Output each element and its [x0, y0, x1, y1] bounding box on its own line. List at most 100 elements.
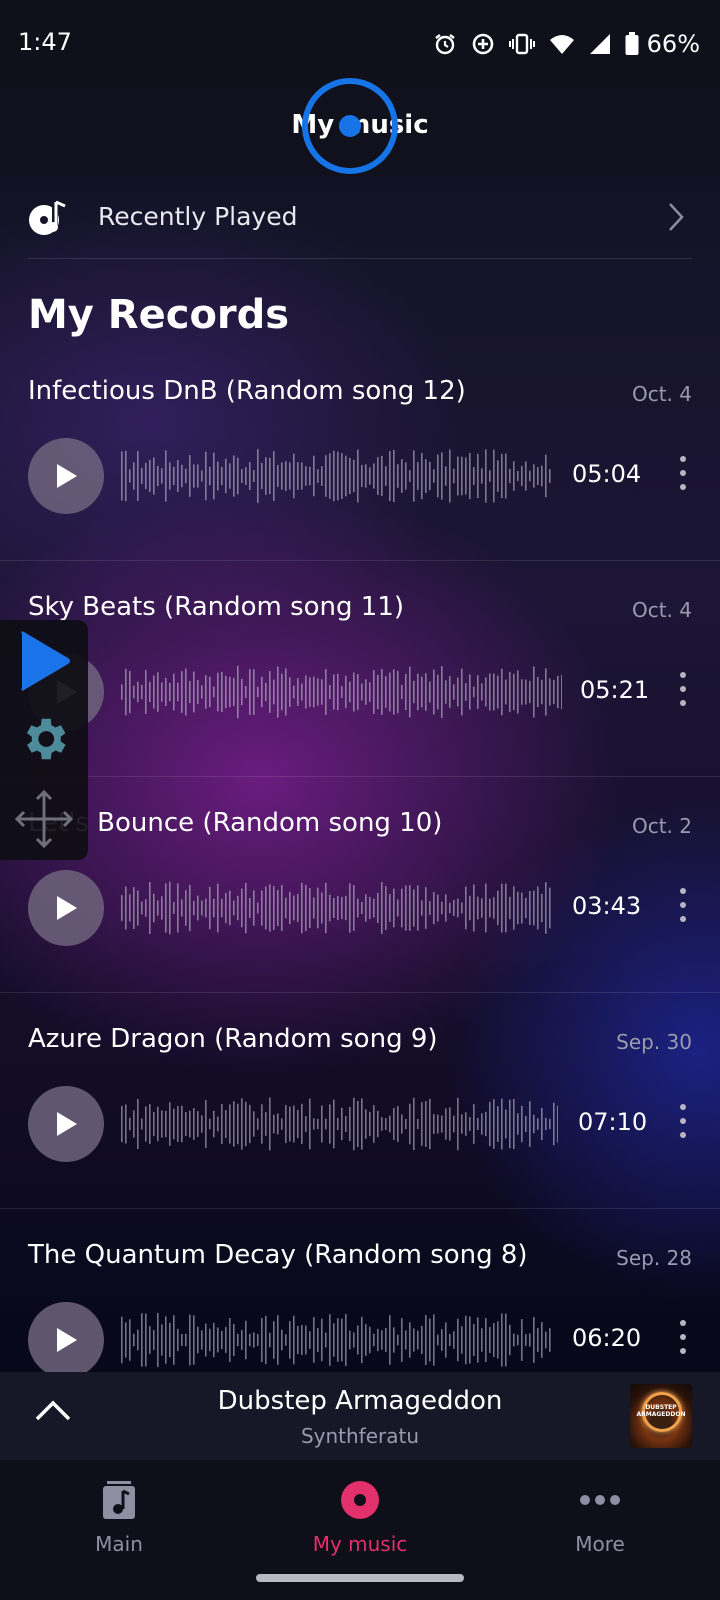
waveform-bar [457, 1318, 459, 1362]
waveform-bar [161, 1110, 163, 1138]
waveform-bar [473, 1104, 475, 1144]
waveform-bar [393, 888, 395, 928]
waveform-bar [473, 1323, 475, 1357]
waveform-bar [213, 1110, 215, 1138]
waveform-bar [533, 1317, 535, 1363]
waveform-bar [353, 672, 355, 712]
record-date: Sep. 28 [616, 1246, 692, 1270]
waveform-bar [405, 673, 407, 711]
waveform-bar [425, 673, 427, 711]
waveform-bar [373, 1333, 375, 1347]
waveform-bar [165, 1110, 167, 1138]
nav-item-main[interactable]: Main [19, 1478, 219, 1556]
toolbar-move-handle[interactable] [0, 788, 88, 850]
waveform-bar [157, 465, 159, 487]
waveform-bar [249, 669, 251, 715]
waveform-bar [201, 1115, 203, 1133]
more-options-icon[interactable] [676, 1104, 690, 1144]
waveform[interactable] [120, 448, 552, 504]
waveform-bar [425, 459, 427, 493]
waveform-bar [485, 449, 487, 503]
waveform-bar [425, 1101, 427, 1147]
nav-item-my-music[interactable]: My music [260, 1478, 460, 1556]
play-button[interactable] [28, 870, 104, 946]
waveform[interactable] [120, 880, 552, 936]
more-options-icon[interactable] [676, 1320, 690, 1360]
waveform-bar [237, 1103, 239, 1145]
record-item[interactable]: Sky Beats (Random song 11) Oct. 4 05:21 [0, 572, 720, 788]
waveform-bar [441, 901, 443, 915]
waveform-bar [161, 1324, 163, 1356]
toolbar-play-button[interactable] [0, 628, 88, 694]
waveform-bar [517, 1113, 519, 1135]
record-duration: 03:43 [572, 892, 642, 920]
waveform-bar [253, 669, 255, 715]
waveform-bar [181, 464, 183, 488]
divider [0, 992, 720, 993]
waveform-bar [261, 1318, 263, 1362]
waveform-bar [141, 467, 143, 485]
waveform-bar [205, 898, 207, 918]
record-title: Azure Dragon (Random song 9) [28, 1024, 438, 1054]
waveform-bar [473, 467, 475, 485]
play-button[interactable] [28, 438, 104, 514]
play-button[interactable] [28, 1086, 104, 1162]
nav-item-more[interactable]: More [500, 1478, 700, 1556]
waveform-bar [509, 468, 511, 484]
nav-label-more: More [575, 1532, 625, 1556]
more-options-icon[interactable] [676, 888, 690, 928]
waveform[interactable] [120, 664, 562, 720]
more-options-icon[interactable] [676, 672, 690, 712]
waveform-bar [337, 1118, 339, 1130]
waveform-bar [321, 466, 323, 486]
waveform-bar [465, 683, 467, 701]
section-title: My Records [28, 292, 290, 338]
waveform-bar [413, 889, 415, 927]
waveform-bar [261, 676, 263, 708]
waveform-bar [389, 1115, 391, 1133]
waveform-bar [297, 1110, 299, 1138]
waveform[interactable] [120, 1096, 558, 1152]
record-duration: 05:21 [580, 676, 650, 704]
waveform-bar [413, 680, 415, 704]
waveform-bar [213, 1322, 215, 1358]
record-item[interactable]: Azure Dragon (Random song 9) Sep. 30 07:… [0, 1004, 720, 1220]
nav-label-my-music: My music [312, 1532, 408, 1556]
waveform-bar [421, 900, 423, 916]
waveform-bar [149, 1104, 151, 1144]
waveform-bar [421, 452, 423, 500]
album-art[interactable]: DUBSTEP ARMAGEDDON [630, 1384, 692, 1448]
play-button[interactable] [28, 1302, 104, 1378]
waveform-bar [125, 1322, 127, 1358]
waveform-bar [141, 1118, 143, 1130]
waveform-bar [201, 685, 203, 699]
waveform-bar [245, 1101, 247, 1147]
waveform-bar [345, 895, 347, 921]
toolbar-settings-button[interactable] [0, 712, 88, 766]
record-item[interactable]: Let's Bounce (Random song 10) Oct. 2 03:… [0, 788, 720, 1004]
recently-played-row[interactable]: Recently Played [0, 176, 720, 260]
waveform-bar [137, 1099, 139, 1149]
waveform-bar [209, 1118, 211, 1130]
mini-player[interactable]: Dubstep Armageddon Synthferatu DUBSTEP A… [0, 1372, 720, 1460]
waveform-bar [121, 895, 123, 921]
waveform-bar [149, 1326, 151, 1354]
waveform-bar [461, 1114, 463, 1134]
waveform-bar [293, 453, 295, 499]
waveform-bar [377, 1110, 379, 1138]
waveform-bar [401, 459, 403, 493]
home-indicator[interactable] [256, 1574, 464, 1582]
waveform-bar [537, 1328, 539, 1352]
record-item[interactable]: Infectious DnB (Random song 12) Oct. 4 0… [0, 356, 720, 572]
waveform-bar [489, 898, 491, 918]
waveform-bar [525, 461, 527, 491]
waveform-bar [453, 1115, 455, 1133]
waveform-bar [205, 451, 207, 501]
waveform-bar [177, 682, 179, 702]
waveform-bar [541, 465, 543, 487]
waveform-bar [445, 894, 447, 922]
divider [0, 560, 720, 561]
waveform-bar [133, 462, 135, 490]
waveform[interactable] [120, 1312, 552, 1368]
more-options-icon[interactable] [676, 456, 690, 496]
